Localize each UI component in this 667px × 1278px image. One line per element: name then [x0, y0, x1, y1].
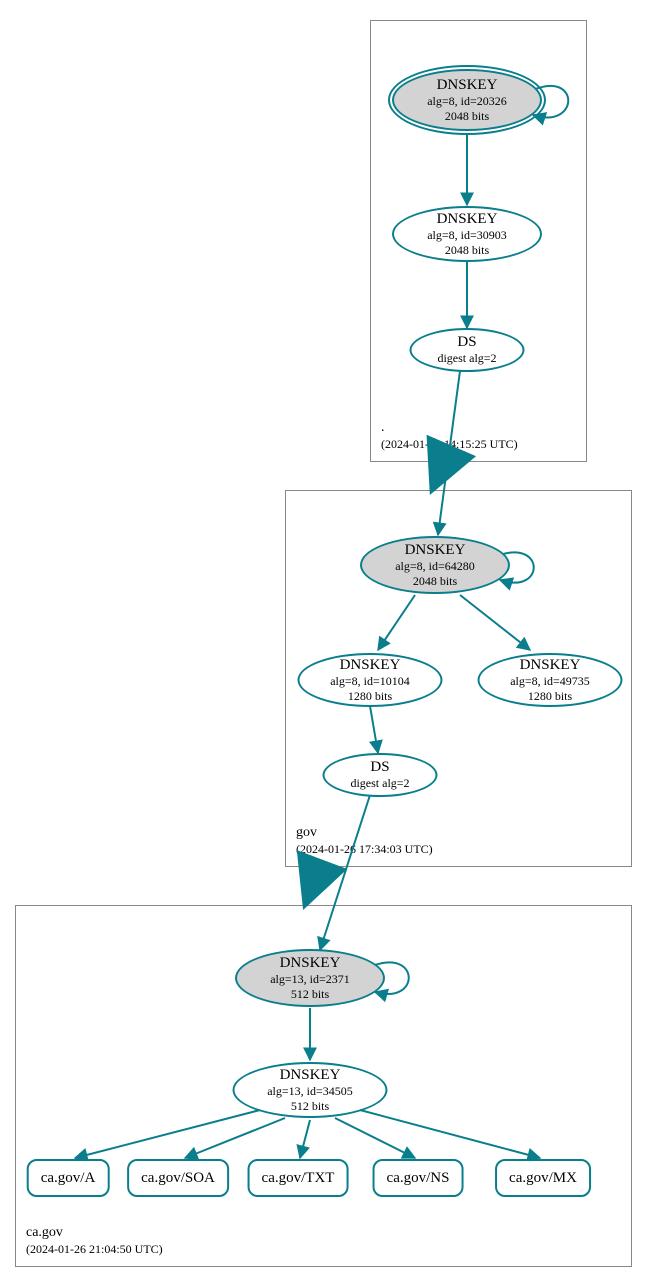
rrset-txt: ca.gov/TXT [248, 1159, 349, 1197]
zone-gov-ts: (2024-01-26 17:34:03 UTC) [296, 842, 433, 858]
rr-mx-label: ca.gov/MX [509, 1170, 577, 1186]
root-ds-title: DS [457, 334, 476, 351]
zone-gov-label: gov (2024-01-26 17:34:03 UTC) [296, 824, 433, 858]
cagov-zsk: DNSKEY alg=13, id=34505 512 bits [233, 1062, 388, 1118]
gov-ksk-line3: 2048 bits [413, 574, 457, 588]
root-zsk-line3: 2048 bits [445, 243, 489, 257]
cagov-ksk-line2: alg=13, id=2371 [270, 972, 350, 986]
gov-ksk-line2: alg=8, id=64280 [395, 559, 475, 573]
gov-zsk1-line3: 1280 bits [348, 689, 392, 703]
gov-ds: DS digest alg=2 [323, 753, 438, 797]
gov-zsk2-title: DNSKEY [520, 657, 581, 674]
rr-ns-label: ca.gov/NS [387, 1170, 450, 1186]
root-zsk-title: DNSKEY [437, 211, 498, 228]
zone-root-label: . (2024-01-26 14:15:25 UTC) [381, 419, 518, 453]
root-ksk-line3: 2048 bits [445, 109, 489, 123]
root-ds: DS digest alg=2 [410, 328, 525, 372]
cagov-ksk-line3: 512 bits [291, 987, 329, 1001]
root-ksk-title: DNSKEY [437, 77, 498, 94]
gov-zsk1-line2: alg=8, id=10104 [330, 674, 410, 688]
root-zsk-line2: alg=8, id=30903 [427, 228, 507, 242]
cagov-ksk: DNSKEY alg=13, id=2371 512 bits [235, 949, 385, 1007]
root-zsk: DNSKEY alg=8, id=30903 2048 bits [392, 206, 542, 262]
zone-cagov-label: ca.gov (2024-01-26 21:04:50 UTC) [26, 1224, 163, 1258]
zone-root-ts: (2024-01-26 14:15:25 UTC) [381, 437, 518, 453]
rrset-mx: ca.gov/MX [495, 1159, 591, 1197]
zone-cagov-name: ca.gov [26, 1224, 163, 1242]
gov-zsk1: DNSKEY alg=8, id=10104 1280 bits [298, 653, 443, 707]
rrset-ns: ca.gov/NS [373, 1159, 464, 1197]
zone-gov-name: gov [296, 824, 433, 842]
zone-root-name: . [381, 419, 518, 437]
cagov-zsk-title: DNSKEY [280, 1067, 341, 1084]
cagov-zsk-line3: 512 bits [291, 1099, 329, 1113]
zone-cagov-ts: (2024-01-26 21:04:50 UTC) [26, 1242, 163, 1258]
gov-ksk-title: DNSKEY [405, 542, 466, 559]
gov-ds-line2: digest alg=2 [350, 776, 409, 790]
rrset-a: ca.gov/A [27, 1159, 110, 1197]
rr-soa-label: ca.gov/SOA [141, 1170, 215, 1186]
gov-zsk2-line3: 1280 bits [528, 689, 572, 703]
gov-zsk2-line2: alg=8, id=49735 [510, 674, 590, 688]
gov-zsk1-title: DNSKEY [340, 657, 401, 674]
root-ds-line2: digest alg=2 [437, 351, 496, 365]
rr-a-label: ca.gov/A [41, 1170, 96, 1186]
cagov-zsk-line2: alg=13, id=34505 [267, 1084, 353, 1098]
gov-ds-title: DS [370, 759, 389, 776]
root-ksk: DNSKEY alg=8, id=20326 2048 bits [392, 69, 542, 131]
gov-zsk2: DNSKEY alg=8, id=49735 1280 bits [478, 653, 623, 707]
rr-txt-label: ca.gov/TXT [262, 1170, 335, 1186]
cagov-ksk-title: DNSKEY [280, 955, 341, 972]
gov-ksk: DNSKEY alg=8, id=64280 2048 bits [360, 536, 510, 594]
rrset-soa: ca.gov/SOA [127, 1159, 229, 1197]
root-ksk-line2: alg=8, id=20326 [427, 94, 507, 108]
